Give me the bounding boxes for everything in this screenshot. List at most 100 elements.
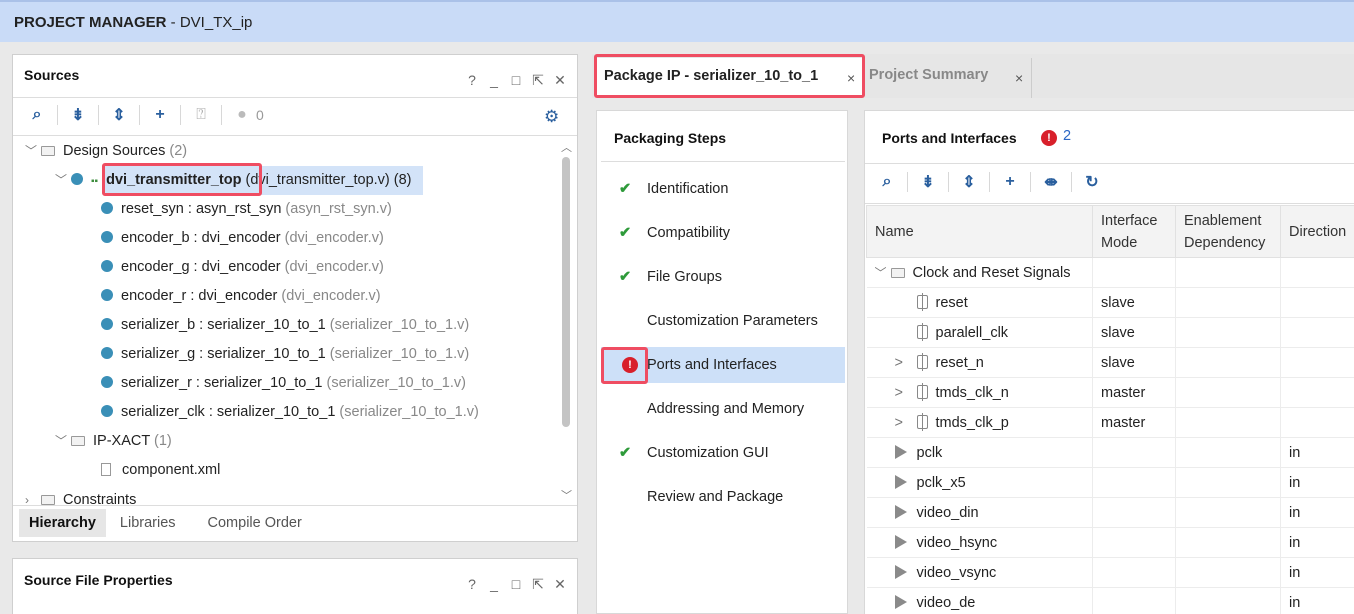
port-icon [894,504,907,519]
column-name[interactable]: Name [866,205,1093,258]
scroll-down-icon[interactable]: ﹀ [561,487,572,503]
status-count: 0 [256,107,264,123]
table-row[interactable]: video_din in [866,497,1354,528]
refresh-icon[interactable]: ↻ [1078,168,1106,196]
help-icon[interactable]: ? [465,72,479,89]
step-identification[interactable]: ✔ Identification [601,171,845,207]
source-file-properties-panel: Source File Properties ? _ □ ⇱ ✕ [12,558,578,614]
chevron-down-icon[interactable]: ﹀ [875,264,891,281]
chevron-down-icon[interactable]: ﹀ [25,137,41,166]
table-row[interactable]: video_vsync in [866,557,1354,588]
table-row[interactable]: > tmds_clk_p master [866,407,1354,438]
step-review-and-package[interactable]: Review and Package [601,479,845,515]
search-icon[interactable]: ⌕ [873,168,901,196]
file-icon [101,463,111,476]
tab-compile-order[interactable]: Compile Order [198,509,312,537]
ports-toolbar: ⌕ ⇟ ⇕ + ⇼ ↻ [873,168,1106,196]
expand-all-icon[interactable]: ⇕ [105,101,133,129]
tree-child[interactable]: serializer_clk : serializer_10_to_1 (ser… [101,398,479,427]
step-compatibility[interactable]: ✔ Compatibility [601,215,845,251]
table-row[interactable]: video_hsync in [866,527,1354,558]
column-direction[interactable]: Direction [1280,205,1354,258]
step-customization-gui[interactable]: ✔ Customization GUI [601,435,845,471]
folder-icon [41,146,55,156]
port-icon [894,444,907,459]
error-icon: ! [1041,130,1057,146]
vertical-scrollbar[interactable]: ︿ ﹀ [559,139,573,504]
highlight-box-top [102,163,262,196]
source-file-properties-title: Source File Properties [24,572,173,588]
error-count[interactable]: 2 [1063,128,1071,144]
collapse-all-icon[interactable]: ⇟ [914,168,942,196]
column-enablement-dependency[interactable]: Enablement Dependency [1175,205,1281,258]
add-interface-icon[interactable]: + [996,168,1024,196]
tree-child[interactable]: serializer_b : serializer_10_to_1 (seria… [101,311,469,340]
tree-child[interactable]: reset_syn : asyn_rst_syn (asyn_rst_syn.v… [101,195,392,224]
unknown-file-icon[interactable]: ⍰ [187,101,215,129]
chevron-right-icon[interactable]: > [895,355,917,371]
port-icon [894,534,907,549]
table-row[interactable]: paralell_clk slave [866,317,1354,348]
table-row[interactable]: reset slave [866,287,1354,318]
packaging-steps-panel: Packaging Steps ✔ Identification ✔ Compati… [596,110,848,614]
column-interface-mode[interactable]: Interface Mode [1092,205,1176,258]
packaging-steps-title: Packaging Steps [614,130,727,146]
step-customization-parameters[interactable]: Customization Parameters [601,303,845,339]
table-row-group[interactable]: ﹀ Clock and Reset Signals [866,257,1354,288]
scrollbar-thumb[interactable] [562,157,570,427]
maximize-icon[interactable]: □ [509,576,523,593]
scroll-up-icon[interactable]: ︿ [561,139,572,155]
settings-gear-icon[interactable]: ⚙ [544,107,559,127]
chevron-right-icon[interactable]: › [25,486,41,505]
collapse-all-icon[interactable]: ⇟ [64,101,92,129]
interface-icon [916,352,928,371]
chevron-right-icon[interactable]: > [895,415,917,431]
minimize-icon[interactable]: _ [487,576,501,593]
port-icon [894,564,907,579]
tab-libraries[interactable]: Libraries [110,509,186,537]
properties-window-controls: ? _ □ ⇱ ✕ [465,576,567,593]
tree-child[interactable]: encoder_b : dvi_encoder (dvi_encoder.v) [101,224,384,253]
step-file-groups[interactable]: ✔ File Groups [601,259,845,295]
page-title: PROJECT MANAGER - DVI_TX_ip [14,14,253,31]
float-icon[interactable]: ⇱ [531,576,545,593]
table-row[interactable]: video_de in [866,587,1354,614]
tab-hierarchy[interactable]: Hierarchy [19,509,106,537]
step-addressing-and-memory[interactable]: Addressing and Memory [601,391,845,427]
interface-icon [916,292,928,311]
tree-ipxact[interactable]: ﹀ IP-XACT (1) [55,427,172,456]
sources-bottom-tabs: Hierarchy Libraries Compile Order [19,509,312,537]
hierarchy-icon: ▪▪ [91,176,99,187]
minimize-icon[interactable]: _ [487,72,501,89]
float-icon[interactable]: ⇱ [531,72,545,89]
tab-project-summary[interactable]: Project Summary × [864,58,1032,98]
folder-icon [890,268,905,278]
chevron-down-icon[interactable]: ﹀ [55,166,71,195]
auto-infer-interface-icon[interactable]: ⇼ [1037,168,1065,196]
ports-interfaces-panel: Ports and Interfaces ! 2 ⌕ ⇟ ⇕ + ⇼ ↻ Nam… [864,110,1354,614]
tree-design-sources[interactable]: ﹀ Design Sources (2) [25,137,187,166]
tree-child[interactable]: serializer_r : serializer_10_to_1 (seria… [101,369,466,398]
add-sources-icon[interactable]: + [146,101,174,129]
table-row[interactable]: > tmds_clk_n master [866,377,1354,408]
sources-toolbar: ⌕ ⇟ ⇕ + ⍰ ● 0 [23,101,264,129]
tree-child[interactable]: encoder_g : dvi_encoder (dvi_encoder.v) [101,253,384,282]
port-icon [894,594,907,609]
close-icon[interactable]: ✕ [553,576,567,593]
chevron-right-icon[interactable]: > [895,385,917,401]
help-icon[interactable]: ? [465,576,479,593]
tree-constraints[interactable]: › Constraints [25,486,136,505]
tree-child[interactable]: encoder_r : dvi_encoder (dvi_encoder.v) [101,282,381,311]
maximize-icon[interactable]: □ [509,72,523,89]
table-row[interactable]: pclk_x5 in [866,467,1354,498]
chevron-down-icon[interactable]: ﹀ [55,427,71,456]
close-icon[interactable]: ✕ [553,72,567,89]
table-row[interactable]: > reset_n slave [866,347,1354,378]
close-icon[interactable]: × [1015,70,1023,86]
tree-child[interactable]: serializer_g : serializer_10_to_1 (seria… [101,340,469,369]
module-dot-icon [71,173,83,185]
tree-component-xml[interactable]: component.xml [101,456,220,485]
table-row[interactable]: pclk in [866,437,1354,468]
search-icon[interactable]: ⌕ [23,101,51,129]
expand-all-icon[interactable]: ⇕ [955,168,983,196]
